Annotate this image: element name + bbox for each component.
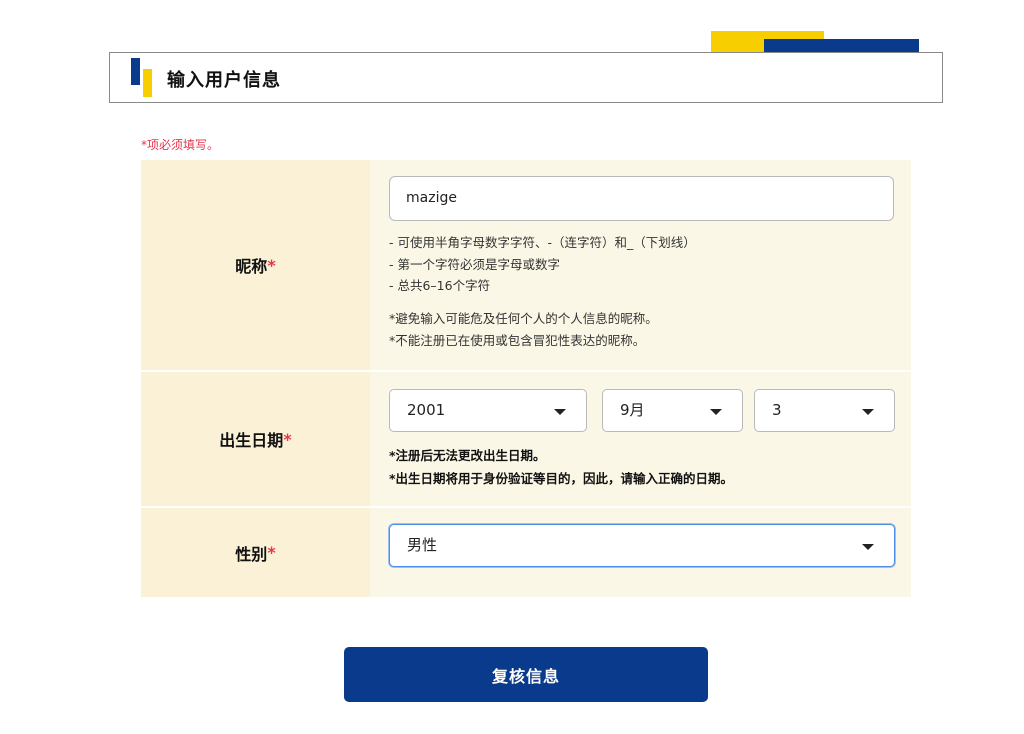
birth-day-select[interactable]: 3	[754, 389, 895, 432]
birth-year-select[interactable]: 2001	[389, 389, 587, 432]
required-fields-note: *项必须填写。	[141, 138, 220, 152]
birth-day-value: 3	[772, 401, 782, 419]
nickname-rule: - 可使用半角字母数字字符、-（连字符）和_（下划线）	[389, 235, 696, 250]
nickname-label-cell: 昵称 *	[141, 160, 370, 370]
birthdate-note: *注册后无法更改出生日期。	[389, 448, 546, 463]
required-asterisk: *	[267, 255, 276, 275]
birthdate-label-cell: 出生日期 *	[141, 372, 370, 506]
nickname-note: *不能注册已在使用或包含冒犯性表达的昵称。	[389, 332, 646, 348]
nickname-label: 昵称	[235, 257, 268, 276]
gender-value: 男性	[407, 536, 438, 554]
nickname-row: 昵称 * mazige - 可使用半角字母数字字符、-（连字符）和_（下划线） -…	[141, 160, 911, 370]
nickname-notes: *避免输入可能危及任何个人的个人信息的昵称。 *不能注册已在使用或包含冒犯性表达…	[389, 308, 658, 351]
nickname-note: *避免输入可能危及任何个人的个人信息的昵称。	[389, 311, 658, 326]
birth-month-select[interactable]: 9月	[602, 389, 743, 432]
decorative-blue-bar	[764, 39, 919, 53]
nickname-rule: - 总共6–16个字符	[389, 278, 491, 293]
nickname-rules: - 可使用半角字母数字字符、-（连字符）和_（下划线） - 第一个字符必须是字母…	[389, 232, 696, 297]
page-title: 输入用户信息	[167, 70, 281, 91]
chevron-down-icon	[862, 409, 874, 415]
gender-select[interactable]: 男性	[389, 524, 895, 567]
birthdate-note: *出生日期将用于身份验证等目的，因此，请输入正确的日期。	[389, 471, 734, 486]
chevron-down-icon	[554, 409, 566, 415]
required-asterisk: *	[283, 429, 292, 449]
required-asterisk: *	[267, 543, 276, 562]
section-header: 输入用户信息	[109, 52, 943, 103]
nickname-input[interactable]: mazige	[389, 176, 894, 221]
chevron-down-icon	[710, 409, 722, 415]
header-blue-mark	[131, 58, 140, 85]
birth-year-value: 2001	[407, 401, 446, 419]
review-info-button[interactable]: 复核信息	[344, 647, 708, 702]
birth-month-value: 9月	[620, 401, 645, 419]
gender-label: 性别	[235, 544, 268, 564]
gender-label-cell: 性别 *	[141, 508, 370, 597]
chevron-down-icon	[862, 544, 874, 550]
nickname-rule: - 第一个字符必须是字母或数字	[389, 256, 560, 272]
birthdate-notes: *注册后无法更改出生日期。 *出生日期将用于身份验证等目的，因此，请输入正确的日…	[389, 444, 733, 490]
birthdate-label: 出生日期	[219, 431, 284, 450]
header-yellow-mark	[143, 69, 152, 97]
user-info-form: 昵称 * mazige - 可使用半角字母数字字符、-（连字符）和_（下划线） -…	[141, 160, 911, 597]
